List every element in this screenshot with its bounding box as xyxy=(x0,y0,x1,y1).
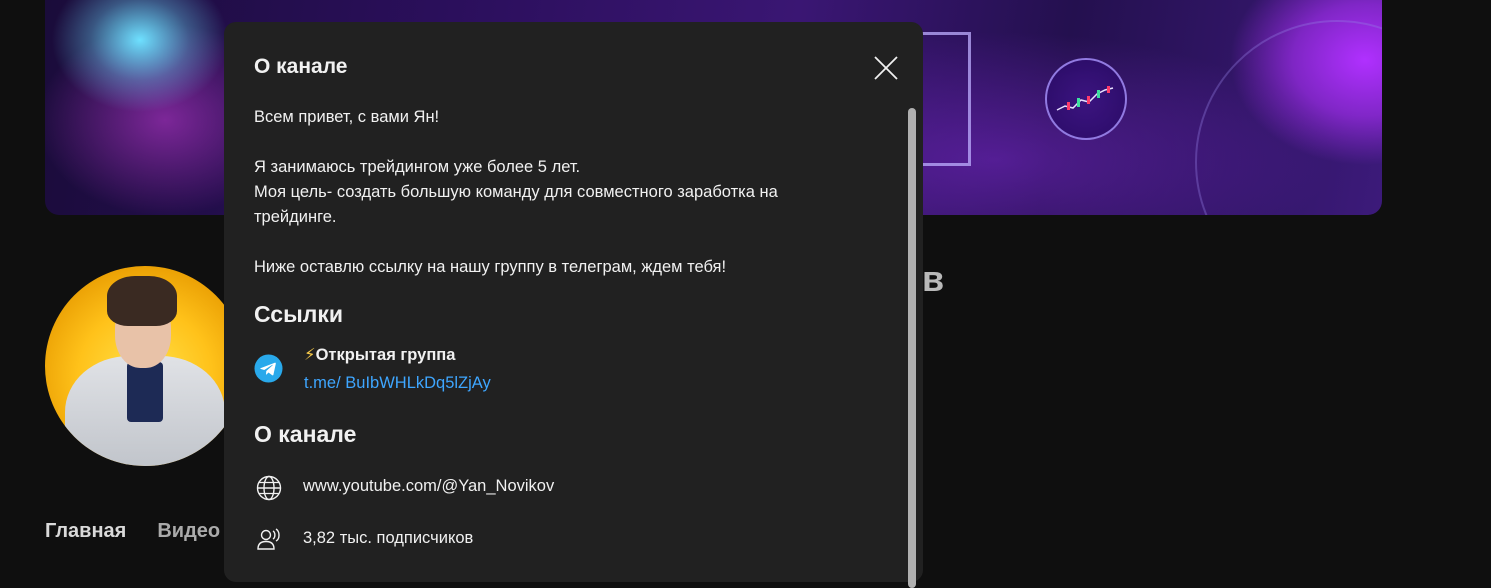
subscribers-count: 3,82 тыс. подписчиков xyxy=(303,529,474,547)
about-heading: О канале xyxy=(254,421,357,447)
telegram-link[interactable]: t.me/ BuIbWHLkDq5lZjAy xyxy=(304,374,491,393)
subscribers-row: 3,82 тыс. подписчиков xyxy=(254,525,854,555)
close-button[interactable] xyxy=(870,52,902,84)
link-title: ⚡Открытая группа xyxy=(304,345,455,365)
channel-tabs: Главная Видео xyxy=(45,520,220,543)
channel-url-row: www.youtube.com/@Yan_Novikov xyxy=(254,473,854,503)
banner-chart-emblem xyxy=(1045,58,1127,140)
dialog-title: О канале xyxy=(254,55,348,78)
about-dialog: О канале Всем привет, с вами Ян! Я заним… xyxy=(224,22,923,588)
avatar-figure-hair xyxy=(107,276,177,326)
tab-videos[interactable]: Видео xyxy=(157,520,220,543)
dialog-scrollbar[interactable] xyxy=(908,108,916,588)
channel-description: Всем привет, с вами Ян! Я занимаюсь трей… xyxy=(254,105,854,280)
tab-home[interactable]: Главная xyxy=(45,520,126,543)
description-spacer xyxy=(254,130,854,155)
lightning-icon: ⚡ xyxy=(304,346,316,364)
globe-icon xyxy=(256,475,282,501)
scrollbar-thumb[interactable] xyxy=(908,108,916,588)
banner-decoration xyxy=(1195,20,1382,215)
description-line: Всем привет, с вами Ян! xyxy=(254,108,440,126)
description-spacer xyxy=(254,230,854,255)
avatar-figure-collar xyxy=(127,362,163,422)
description-line: Я занимаюсь трейдингом уже более 5 лет. xyxy=(254,158,581,176)
subscribers-icon xyxy=(257,528,280,550)
description-line: Ниже оставлю ссылку на нашу группу в тел… xyxy=(254,258,727,276)
channel-name: в xyxy=(922,258,945,299)
channel-avatar[interactable] xyxy=(45,266,245,466)
description-line: Моя цель- создать большую команду для со… xyxy=(254,183,778,201)
close-icon xyxy=(874,56,898,80)
channel-url-text[interactable]: www.youtube.com/@Yan_Novikov xyxy=(303,477,554,496)
links-heading: Ссылки xyxy=(254,301,344,327)
telegram-icon xyxy=(254,354,283,383)
description-line: трейдинге. xyxy=(254,208,337,226)
link-title-text: Открытая группа xyxy=(315,346,456,364)
link-item-telegram: ⚡Открытая группа t.me/ BuIbWHLkDq5lZjAy xyxy=(254,342,854,398)
